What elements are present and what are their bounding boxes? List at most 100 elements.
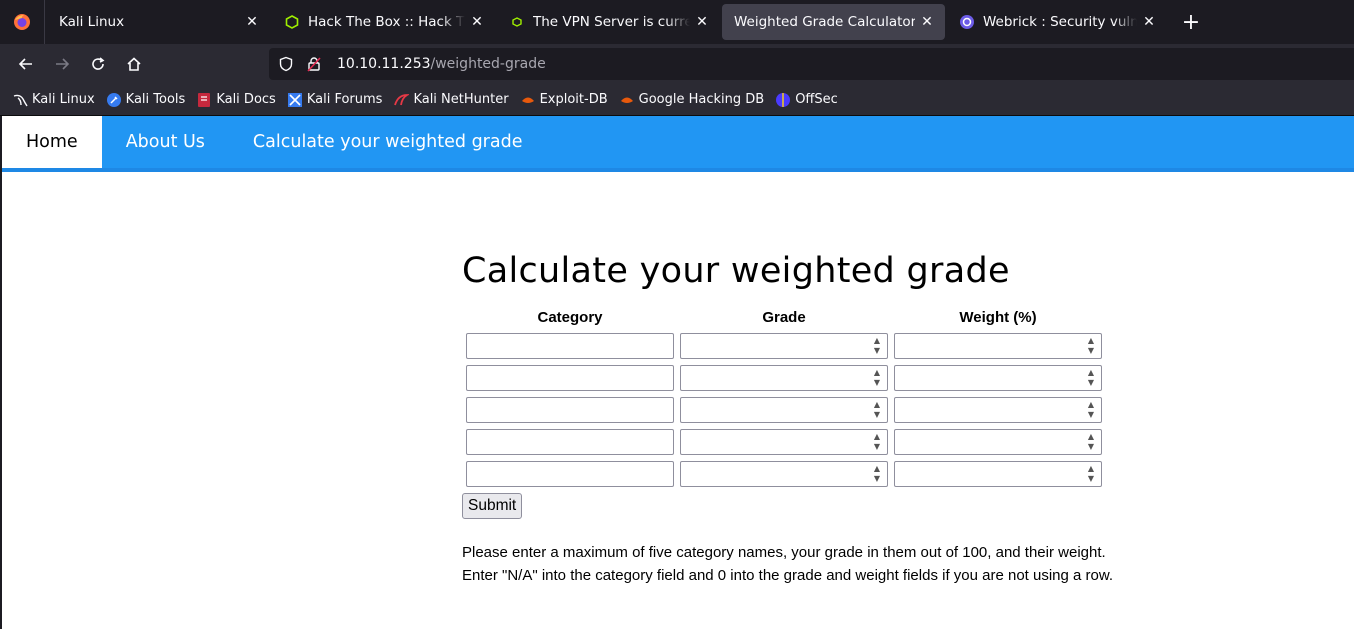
spinner-icon[interactable]: ▲ ▼ bbox=[871, 369, 883, 387]
bookmark-label: Kali Forums bbox=[306, 92, 383, 107]
nav-about-us-link[interactable]: About Us bbox=[102, 116, 229, 168]
kali-forums-icon bbox=[287, 92, 303, 108]
browser-chrome: Kali Linux ✕ Hack The Box :: Hack The Bo… bbox=[0, 0, 1354, 116]
column-header-weight: Weight (%) bbox=[959, 309, 1037, 326]
kali-tools-icon bbox=[106, 92, 122, 108]
insecure-lock-icon[interactable] bbox=[305, 55, 323, 73]
tab-kali-linux[interactable]: Kali Linux ✕ bbox=[47, 4, 270, 40]
bookmark-kali-tools[interactable]: Kali Tools bbox=[106, 92, 186, 108]
spinner-icon[interactable]: ▲ ▼ bbox=[1085, 337, 1097, 355]
bookmark-label: Kali Docs bbox=[216, 92, 276, 107]
exploitdb-icon bbox=[520, 92, 536, 108]
category-input[interactable] bbox=[466, 397, 674, 423]
shield-icon[interactable] bbox=[277, 55, 295, 73]
table-row: ▲ ▼ ▲ ▼ bbox=[465, 332, 1103, 360]
grades-table: Category Grade Weight (%) ▲ ▼ ▲ ▼ ▲ ▼ ▲ ▼ bbox=[461, 305, 1107, 492]
weight-input[interactable]: ▲ ▼ bbox=[894, 429, 1102, 455]
tab-title: Kali Linux bbox=[59, 14, 125, 30]
spinner-icon[interactable]: ▲ ▼ bbox=[871, 401, 883, 419]
site-navbar: Home About Us Calculate your weighted gr… bbox=[2, 116, 1354, 172]
table-row: ▲ ▼ ▲ ▼ bbox=[465, 396, 1103, 424]
offsec-icon bbox=[775, 92, 791, 108]
back-arrow-icon[interactable] bbox=[8, 46, 44, 82]
spinner-icon[interactable]: ▲ ▼ bbox=[1085, 401, 1097, 419]
table-row: ▲ ▼ ▲ ▼ bbox=[465, 460, 1103, 488]
category-input[interactable] bbox=[466, 429, 674, 455]
htb-small-icon bbox=[509, 14, 525, 30]
category-input[interactable] bbox=[466, 333, 674, 359]
close-icon[interactable]: ✕ bbox=[694, 14, 710, 30]
bookmark-label: Exploit-DB bbox=[539, 92, 608, 107]
tab-title: Webrick : Security vulnerab bbox=[983, 14, 1137, 30]
grade-input[interactable]: ▲ ▼ bbox=[680, 429, 888, 455]
bookmark-kali-docs[interactable]: Kali Docs bbox=[196, 92, 276, 108]
weight-input[interactable]: ▲ ▼ bbox=[894, 365, 1102, 391]
bookmark-label: OffSec bbox=[795, 92, 838, 107]
tab-hack-the-box[interactable]: Hack The Box :: Hack The Box ✕ bbox=[272, 4, 495, 40]
table-row: ▲ ▼ ▲ ▼ bbox=[465, 364, 1103, 392]
bookmark-kali-nethunter[interactable]: Kali NetHunter bbox=[393, 92, 509, 108]
page-title: Calculate your weighted grade bbox=[462, 251, 1010, 291]
new-tab-button[interactable]: + bbox=[1175, 6, 1207, 38]
weight-input[interactable]: ▲ ▼ bbox=[894, 397, 1102, 423]
kali-docs-icon bbox=[196, 92, 212, 108]
url-bar[interactable]: 10.10.11.253/weighted-grade bbox=[269, 48, 1354, 80]
grade-input[interactable]: ▲ ▼ bbox=[680, 397, 888, 423]
bookmark-kali-forums[interactable]: Kali Forums bbox=[287, 92, 383, 108]
grade-input[interactable]: ▲ ▼ bbox=[680, 365, 888, 391]
spinner-icon[interactable]: ▲ ▼ bbox=[1085, 369, 1097, 387]
spinner-icon[interactable]: ▲ ▼ bbox=[1085, 433, 1097, 451]
tab-title: Weighted Grade Calculator bbox=[734, 14, 915, 30]
close-icon[interactable]: ✕ bbox=[1141, 14, 1157, 30]
tab-title: Hack The Box :: Hack The Box bbox=[308, 14, 465, 30]
web-page: Home About Us Calculate your weighted gr… bbox=[0, 116, 1354, 629]
close-icon[interactable]: ✕ bbox=[469, 14, 485, 30]
column-header-category: Category bbox=[537, 309, 603, 326]
spinner-icon[interactable]: ▲ ▼ bbox=[1085, 465, 1097, 483]
webrick-icon bbox=[959, 14, 975, 30]
calculator-form: Calculate your weighted grade Category G… bbox=[462, 251, 1122, 587]
tab-weighted-grade[interactable]: Weighted Grade Calculator ✕ bbox=[722, 4, 945, 40]
bookmark-offsec[interactable]: OffSec bbox=[775, 92, 838, 108]
nav-home-link[interactable]: Home bbox=[2, 116, 102, 168]
close-icon[interactable]: ✕ bbox=[244, 14, 260, 30]
table-row: ▲ ▼ ▲ ▼ bbox=[465, 428, 1103, 456]
reload-icon[interactable] bbox=[80, 46, 116, 82]
bookmark-kali-linux[interactable]: Kali Linux bbox=[12, 92, 95, 108]
spinner-icon[interactable]: ▲ ▼ bbox=[871, 337, 883, 355]
firefox-icon[interactable] bbox=[0, 0, 45, 44]
bookmarks-toolbar: Kali Linux Kali Tools Kali Docs Kali For… bbox=[0, 84, 1354, 116]
help-text: Please enter a maximum of five category … bbox=[462, 541, 1122, 587]
bookmark-google-hacking-db[interactable]: Google Hacking DB bbox=[619, 92, 764, 108]
close-icon[interactable]: ✕ bbox=[919, 14, 935, 30]
forward-arrow-icon[interactable] bbox=[44, 46, 80, 82]
spinner-icon[interactable]: ▲ ▼ bbox=[871, 465, 883, 483]
bookmark-label: Kali NetHunter bbox=[413, 92, 509, 107]
submit-button[interactable]: Submit bbox=[462, 493, 523, 519]
weight-input[interactable]: ▲ ▼ bbox=[894, 333, 1102, 359]
tab-strip: Kali Linux ✕ Hack The Box :: Hack The Bo… bbox=[0, 0, 1354, 44]
bookmark-label: Kali Tools bbox=[125, 92, 186, 107]
url-path: /weighted-grade bbox=[430, 56, 546, 72]
column-header-grade: Grade bbox=[762, 309, 806, 326]
category-input[interactable] bbox=[466, 461, 674, 487]
category-input[interactable] bbox=[466, 365, 674, 391]
kali-dragon-icon bbox=[12, 92, 28, 108]
grade-input[interactable]: ▲ ▼ bbox=[680, 461, 888, 487]
grade-input[interactable]: ▲ ▼ bbox=[680, 333, 888, 359]
tab-webrick[interactable]: Webrick : Security vulnerab ✕ bbox=[947, 4, 1167, 40]
spinner-icon[interactable]: ▲ ▼ bbox=[871, 433, 883, 451]
htb-cube-icon bbox=[284, 14, 300, 30]
nethunter-icon bbox=[393, 92, 410, 108]
ghdb-icon bbox=[619, 92, 635, 108]
tab-vpn-server[interactable]: The VPN Server is currently ✕ bbox=[497, 4, 720, 40]
home-icon[interactable] bbox=[116, 46, 152, 82]
bookmark-exploit-db[interactable]: Exploit-DB bbox=[520, 92, 608, 108]
nav-calculate-link[interactable]: Calculate your weighted grade bbox=[229, 116, 547, 168]
bookmark-label: Kali Linux bbox=[32, 92, 95, 107]
help-line-1: Please enter a maximum of five category … bbox=[462, 544, 1106, 561]
weight-input[interactable]: ▲ ▼ bbox=[894, 461, 1102, 487]
help-line-2: Enter "N/A" into the category field and … bbox=[462, 567, 1114, 584]
url-host: 10.10.11.253 bbox=[337, 56, 431, 72]
tab-title: The VPN Server is currently bbox=[533, 14, 690, 30]
